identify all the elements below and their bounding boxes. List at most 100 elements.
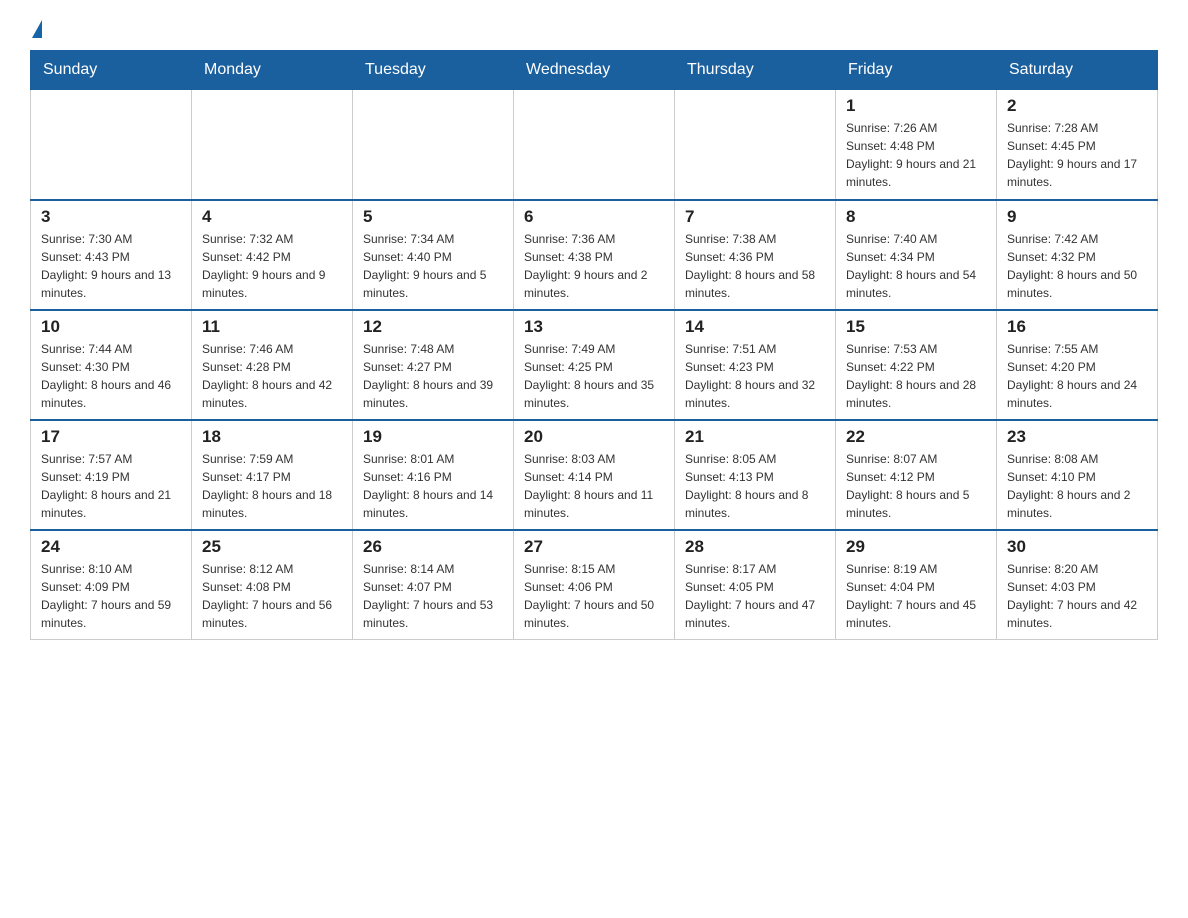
weekday-header-sunday: Sunday <box>31 51 192 90</box>
day-info: Sunrise: 8:01 AM Sunset: 4:16 PM Dayligh… <box>363 450 503 522</box>
calendar-cell: 15 Sunrise: 7:53 AM Sunset: 4:22 PM Dayli… <box>836 310 997 420</box>
calendar-cell: 11 Sunrise: 7:46 AM Sunset: 4:28 PM Dayli… <box>192 310 353 420</box>
weekday-header-thursday: Thursday <box>675 51 836 90</box>
calendar-cell: 3 Sunrise: 7:30 AM Sunset: 4:43 PM Daylig… <box>31 200 192 310</box>
day-number: 14 <box>685 317 825 337</box>
calendar-cell: 30 Sunrise: 8:20 AM Sunset: 4:03 PM Dayli… <box>997 530 1158 640</box>
day-number: 17 <box>41 427 181 447</box>
day-info: Sunrise: 7:48 AM Sunset: 4:27 PM Dayligh… <box>363 340 503 412</box>
day-info: Sunrise: 7:32 AM Sunset: 4:42 PM Dayligh… <box>202 230 342 302</box>
calendar-row-3: 17 Sunrise: 7:57 AM Sunset: 4:19 PM Dayli… <box>31 420 1158 530</box>
logo <box>30 20 42 38</box>
day-info: Sunrise: 7:49 AM Sunset: 4:25 PM Dayligh… <box>524 340 664 412</box>
calendar-cell: 26 Sunrise: 8:14 AM Sunset: 4:07 PM Dayli… <box>353 530 514 640</box>
day-number: 13 <box>524 317 664 337</box>
calendar-cell: 9 Sunrise: 7:42 AM Sunset: 4:32 PM Daylig… <box>997 200 1158 310</box>
day-info: Sunrise: 8:14 AM Sunset: 4:07 PM Dayligh… <box>363 560 503 632</box>
day-info: Sunrise: 7:44 AM Sunset: 4:30 PM Dayligh… <box>41 340 181 412</box>
day-info: Sunrise: 8:08 AM Sunset: 4:10 PM Dayligh… <box>1007 450 1147 522</box>
day-info: Sunrise: 7:51 AM Sunset: 4:23 PM Dayligh… <box>685 340 825 412</box>
day-info: Sunrise: 7:34 AM Sunset: 4:40 PM Dayligh… <box>363 230 503 302</box>
day-info: Sunrise: 7:59 AM Sunset: 4:17 PM Dayligh… <box>202 450 342 522</box>
calendar-cell <box>514 90 675 200</box>
day-info: Sunrise: 7:57 AM Sunset: 4:19 PM Dayligh… <box>41 450 181 522</box>
calendar-cell: 17 Sunrise: 7:57 AM Sunset: 4:19 PM Dayli… <box>31 420 192 530</box>
calendar-cell: 23 Sunrise: 8:08 AM Sunset: 4:10 PM Dayli… <box>997 420 1158 530</box>
day-number: 24 <box>41 537 181 557</box>
day-info: Sunrise: 8:20 AM Sunset: 4:03 PM Dayligh… <box>1007 560 1147 632</box>
day-info: Sunrise: 8:12 AM Sunset: 4:08 PM Dayligh… <box>202 560 342 632</box>
page-header <box>30 20 1158 38</box>
day-number: 4 <box>202 207 342 227</box>
weekday-header-row: SundayMondayTuesdayWednesdayThursdayFrid… <box>31 51 1158 90</box>
day-number: 19 <box>363 427 503 447</box>
day-number: 29 <box>846 537 986 557</box>
calendar-cell: 19 Sunrise: 8:01 AM Sunset: 4:16 PM Dayli… <box>353 420 514 530</box>
calendar-cell <box>192 90 353 200</box>
day-info: Sunrise: 7:36 AM Sunset: 4:38 PM Dayligh… <box>524 230 664 302</box>
calendar-table: SundayMondayTuesdayWednesdayThursdayFrid… <box>30 50 1158 640</box>
day-info: Sunrise: 7:42 AM Sunset: 4:32 PM Dayligh… <box>1007 230 1147 302</box>
day-number: 10 <box>41 317 181 337</box>
calendar-cell: 25Sunrise: 8:12 AM Sunset: 4:08 PM Dayli… <box>192 530 353 640</box>
day-info: Sunrise: 7:46 AM Sunset: 4:28 PM Dayligh… <box>202 340 342 412</box>
calendar-cell: 2 Sunrise: 7:28 AM Sunset: 4:45 PM Daylig… <box>997 90 1158 200</box>
day-number: 2 <box>1007 96 1147 116</box>
day-info: Sunrise: 7:53 AM Sunset: 4:22 PM Dayligh… <box>846 340 986 412</box>
day-number: 5 <box>363 207 503 227</box>
calendar-row-1: 3 Sunrise: 7:30 AM Sunset: 4:43 PM Daylig… <box>31 200 1158 310</box>
calendar-cell: 5 Sunrise: 7:34 AM Sunset: 4:40 PM Daylig… <box>353 200 514 310</box>
day-number: 21 <box>685 427 825 447</box>
calendar-body: 1Sunrise: 7:26 AM Sunset: 4:48 PM Daylig… <box>31 90 1158 640</box>
calendar-cell: 8Sunrise: 7:40 AM Sunset: 4:34 PM Daylig… <box>836 200 997 310</box>
day-number: 1 <box>846 96 986 116</box>
weekday-header-tuesday: Tuesday <box>353 51 514 90</box>
calendar-cell: 22Sunrise: 8:07 AM Sunset: 4:12 PM Dayli… <box>836 420 997 530</box>
day-number: 23 <box>1007 427 1147 447</box>
day-info: Sunrise: 8:10 AM Sunset: 4:09 PM Dayligh… <box>41 560 181 632</box>
calendar-cell: 6 Sunrise: 7:36 AM Sunset: 4:38 PM Daylig… <box>514 200 675 310</box>
weekday-header-wednesday: Wednesday <box>514 51 675 90</box>
day-number: 20 <box>524 427 664 447</box>
day-number: 27 <box>524 537 664 557</box>
day-info: Sunrise: 7:28 AM Sunset: 4:45 PM Dayligh… <box>1007 119 1147 191</box>
calendar-cell: 18 Sunrise: 7:59 AM Sunset: 4:17 PM Dayli… <box>192 420 353 530</box>
day-info: Sunrise: 8:17 AM Sunset: 4:05 PM Dayligh… <box>685 560 825 632</box>
day-number: 15 <box>846 317 986 337</box>
calendar-cell: 1Sunrise: 7:26 AM Sunset: 4:48 PM Daylig… <box>836 90 997 200</box>
day-number: 6 <box>524 207 664 227</box>
weekday-header-monday: Monday <box>192 51 353 90</box>
day-number: 12 <box>363 317 503 337</box>
calendar-cell <box>353 90 514 200</box>
calendar-cell: 7 Sunrise: 7:38 AM Sunset: 4:36 PM Daylig… <box>675 200 836 310</box>
day-number: 7 <box>685 207 825 227</box>
day-info: Sunrise: 7:55 AM Sunset: 4:20 PM Dayligh… <box>1007 340 1147 412</box>
calendar-cell: 14 Sunrise: 7:51 AM Sunset: 4:23 PM Dayli… <box>675 310 836 420</box>
day-info: Sunrise: 7:38 AM Sunset: 4:36 PM Dayligh… <box>685 230 825 302</box>
day-number: 3 <box>41 207 181 227</box>
day-number: 26 <box>363 537 503 557</box>
calendar-cell: 4 Sunrise: 7:32 AM Sunset: 4:42 PM Daylig… <box>192 200 353 310</box>
day-number: 16 <box>1007 317 1147 337</box>
day-info: Sunrise: 7:30 AM Sunset: 4:43 PM Dayligh… <box>41 230 181 302</box>
calendar-cell: 24 Sunrise: 8:10 AM Sunset: 4:09 PM Dayli… <box>31 530 192 640</box>
calendar-cell <box>31 90 192 200</box>
calendar-cell: 10 Sunrise: 7:44 AM Sunset: 4:30 PM Dayli… <box>31 310 192 420</box>
calendar-cell: 12 Sunrise: 7:48 AM Sunset: 4:27 PM Dayli… <box>353 310 514 420</box>
logo-triangle-icon <box>32 20 42 38</box>
calendar-row-0: 1Sunrise: 7:26 AM Sunset: 4:48 PM Daylig… <box>31 90 1158 200</box>
calendar-cell: 13 Sunrise: 7:49 AM Sunset: 4:25 PM Dayli… <box>514 310 675 420</box>
weekday-header-friday: Friday <box>836 51 997 90</box>
day-number: 18 <box>202 427 342 447</box>
calendar-cell: 28Sunrise: 8:17 AM Sunset: 4:05 PM Dayli… <box>675 530 836 640</box>
calendar-header: SundayMondayTuesdayWednesdayThursdayFrid… <box>31 51 1158 90</box>
day-number: 30 <box>1007 537 1147 557</box>
day-number: 22 <box>846 427 986 447</box>
day-info: Sunrise: 8:05 AM Sunset: 4:13 PM Dayligh… <box>685 450 825 522</box>
weekday-header-saturday: Saturday <box>997 51 1158 90</box>
day-info: Sunrise: 7:40 AM Sunset: 4:34 PM Dayligh… <box>846 230 986 302</box>
day-number: 9 <box>1007 207 1147 227</box>
day-info: Sunrise: 8:19 AM Sunset: 4:04 PM Dayligh… <box>846 560 986 632</box>
day-number: 11 <box>202 317 342 337</box>
day-info: Sunrise: 8:15 AM Sunset: 4:06 PM Dayligh… <box>524 560 664 632</box>
